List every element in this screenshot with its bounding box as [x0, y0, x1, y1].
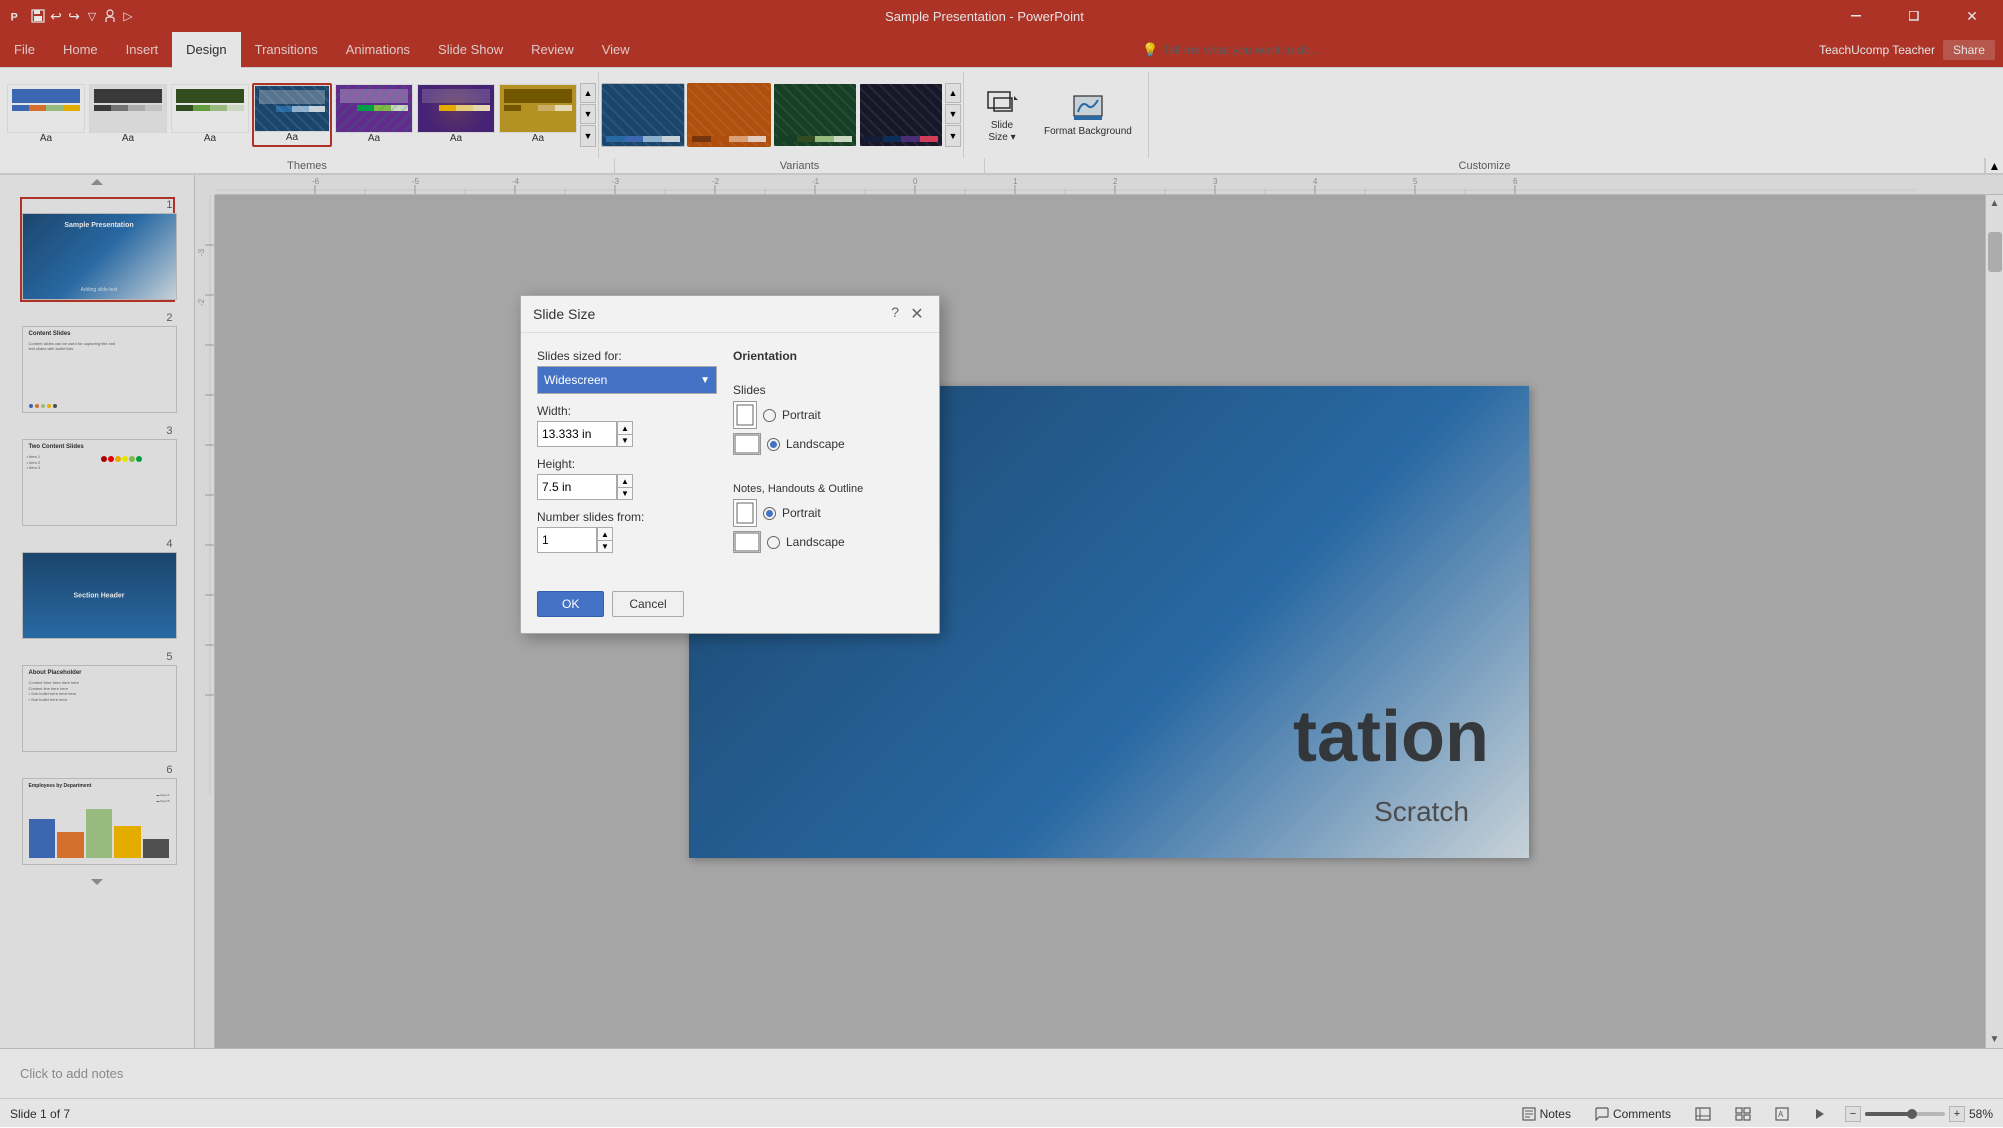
ok-button[interactable]: OK — [537, 591, 604, 617]
dialog-footer: OK Cancel — [521, 583, 939, 633]
notes-landscape-icon — [733, 531, 761, 553]
height-label: Height: — [537, 457, 717, 471]
notes-portrait-option[interactable]: Portrait — [733, 499, 923, 527]
slides-portrait-icon — [733, 401, 757, 429]
height-spin-down[interactable]: ▼ — [617, 487, 633, 500]
dialog-right: Orientation Slides Portrait — [733, 349, 923, 567]
dialog-help-button[interactable]: ? — [891, 304, 899, 324]
dialog-body: Slides sized for: Widescreen ▼ Width: ▲ … — [521, 333, 939, 583]
height-spinner: ▲ ▼ — [617, 474, 633, 500]
width-spin-up[interactable]: ▲ — [617, 421, 633, 434]
number-spin-down[interactable]: ▼ — [597, 540, 613, 553]
dropdown-value: Widescreen — [544, 373, 607, 387]
slides-landscape-radio[interactable] — [767, 438, 780, 451]
slides-portrait-radio[interactable] — [763, 409, 776, 422]
dialog-title: Slide Size — [533, 306, 595, 322]
slides-landscape-option[interactable]: Landscape — [733, 433, 923, 455]
notes-portrait-icon — [733, 499, 757, 527]
notes-landscape-radio[interactable] — [767, 536, 780, 549]
notes-orientation-group: Notes, Handouts & Outline Portrait — [733, 483, 923, 557]
height-group: Height: ▲ ▼ — [537, 457, 717, 500]
slides-orientation-group: Slides Portrait — [733, 383, 923, 459]
height-input-group: ▲ ▼ — [537, 474, 717, 500]
number-spin-up[interactable]: ▲ — [597, 527, 613, 540]
number-slides-label: Number slides from: — [537, 510, 717, 524]
number-input-group: ▲ ▼ — [537, 527, 717, 553]
slides-sized-for-dropdown[interactable]: Widescreen ▼ — [537, 366, 717, 394]
notes-landscape-label: Landscape — [786, 535, 845, 549]
slides-portrait-option[interactable]: Portrait — [733, 401, 923, 429]
width-group: Width: ▲ ▼ — [537, 404, 717, 447]
notes-group-title: Notes, Handouts & Outline — [733, 483, 923, 495]
number-input[interactable] — [537, 527, 597, 553]
slides-group-title: Slides — [733, 383, 923, 397]
slides-sized-for-group: Slides sized for: Widescreen ▼ — [537, 349, 717, 394]
dialog-overlay: Slide Size ? ✕ Slides sized for: Widescr… — [0, 0, 2003, 1127]
slides-sized-for-label: Slides sized for: — [537, 349, 717, 363]
slides-landscape-icon — [733, 433, 761, 455]
width-input-group: ▲ ▼ — [537, 421, 717, 447]
number-slides-group: Number slides from: ▲ ▼ — [537, 510, 717, 553]
dialog-titlebar: Slide Size ? ✕ — [521, 296, 939, 333]
slides-landscape-label: Landscape — [786, 437, 845, 451]
width-input[interactable] — [537, 421, 617, 447]
dropdown-arrow: ▼ — [700, 375, 710, 386]
height-input[interactable] — [537, 474, 617, 500]
cancel-button[interactable]: Cancel — [612, 591, 683, 617]
width-label: Width: — [537, 404, 717, 418]
dialog-left: Slides sized for: Widescreen ▼ Width: ▲ … — [537, 349, 717, 567]
orientation-title: Orientation — [733, 349, 923, 363]
slide-size-dialog: Slide Size ? ✕ Slides sized for: Widescr… — [520, 295, 940, 634]
number-spinner: ▲ ▼ — [597, 527, 613, 553]
dialog-title-buttons: ? ✕ — [891, 304, 927, 324]
notes-landscape-option[interactable]: Landscape — [733, 531, 923, 553]
width-spinner: ▲ ▼ — [617, 421, 633, 447]
notes-portrait-radio[interactable] — [763, 507, 776, 520]
slides-portrait-label: Portrait — [782, 408, 821, 422]
width-spin-down[interactable]: ▼ — [617, 434, 633, 447]
notes-portrait-label: Portrait — [782, 506, 821, 520]
height-spin-up[interactable]: ▲ — [617, 474, 633, 487]
dialog-close-button[interactable]: ✕ — [907, 304, 927, 324]
